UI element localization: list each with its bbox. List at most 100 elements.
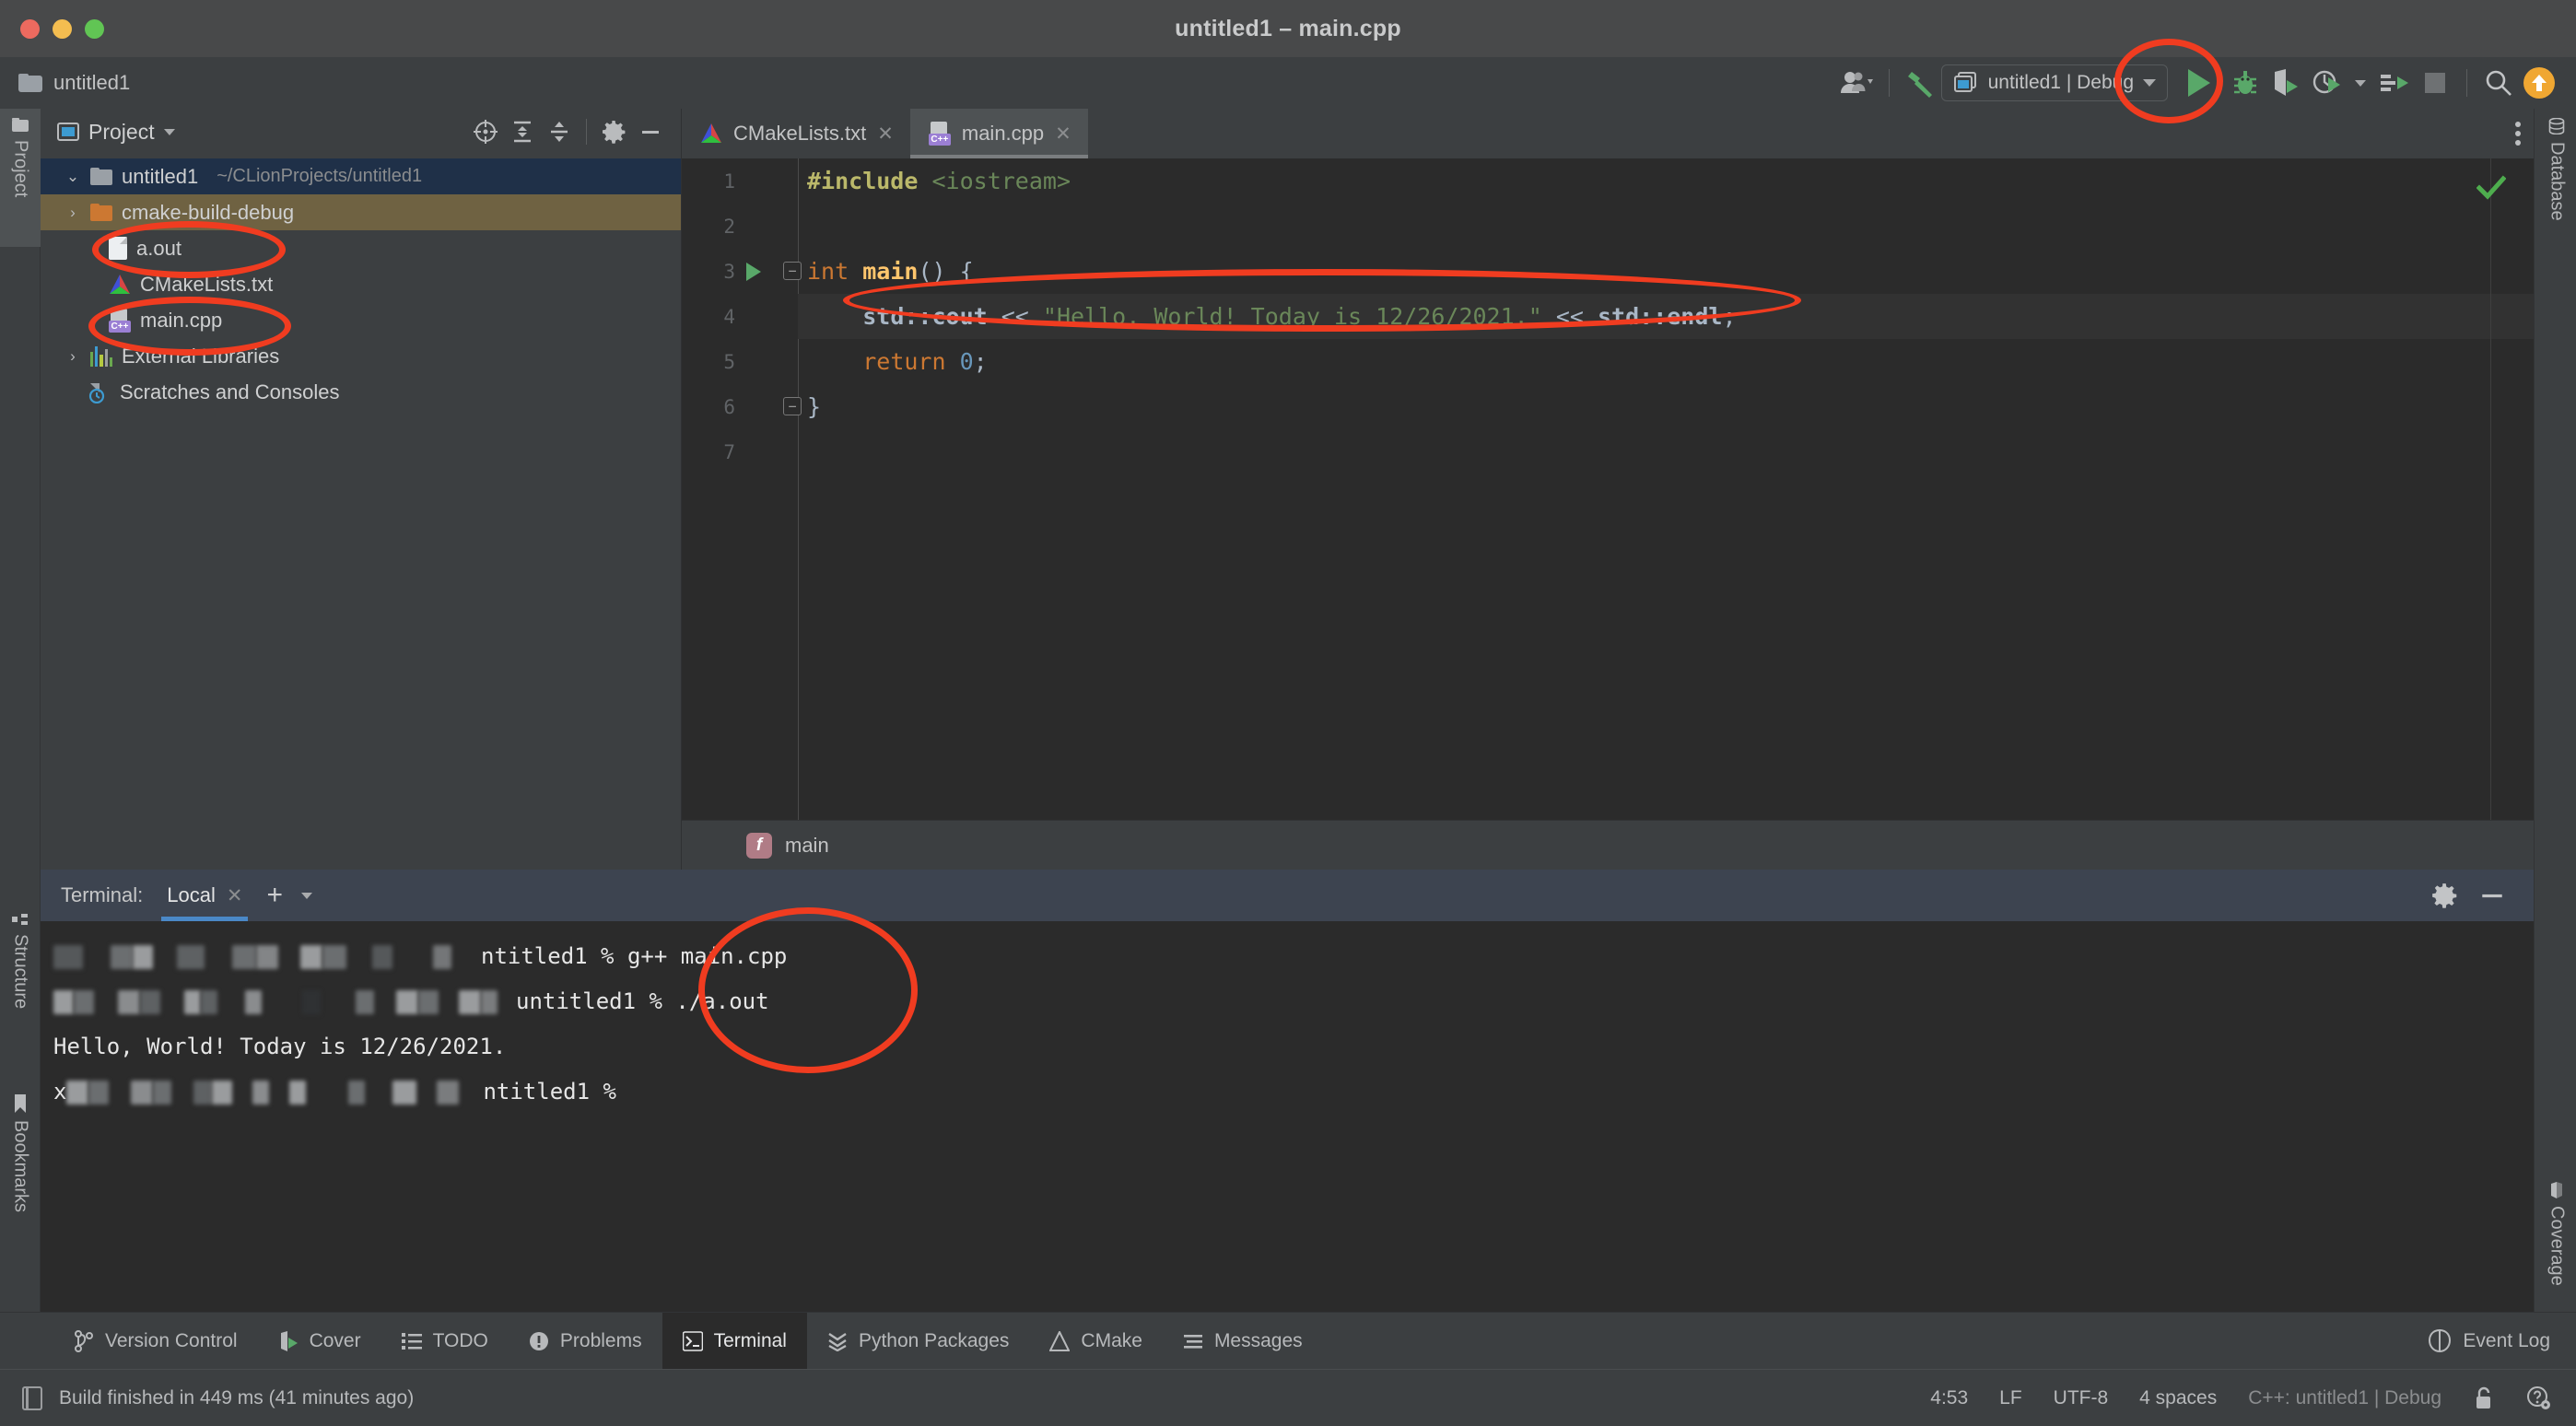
tree-item-label: Scratches and Consoles (120, 380, 340, 403)
terminal-line-prefix: x (53, 1079, 67, 1105)
title-bar: untitled1 – main.cpp (0, 0, 2576, 57)
bottom-tab-python-packages[interactable]: Python Packages (807, 1313, 1029, 1369)
inspection-ok-icon[interactable] (2476, 175, 2506, 201)
run-button[interactable] (2173, 63, 2225, 103)
coverage-icon (278, 1330, 299, 1352)
breadcrumb[interactable]: f main (682, 820, 2534, 870)
update-available-icon (2523, 67, 2555, 99)
terminal-output[interactable]: ntitled1 % g++ main.cpp untitled1 % ./a.… (41, 921, 2534, 1115)
help-settings-icon[interactable] (2526, 1385, 2552, 1411)
code-line-4[interactable]: std::cout << "Hello, World! Today is 12/… (798, 294, 2534, 339)
update-button[interactable] (2519, 63, 2559, 103)
gutter-run-icon[interactable] (735, 261, 772, 283)
event-log-label[interactable]: Event Log (2463, 1330, 2550, 1352)
code-line-1[interactable]: #include <iostream> (798, 158, 2534, 204)
messages-icon (1183, 1331, 1203, 1351)
code-line-6[interactable]: −} (783, 384, 2534, 429)
profile-button[interactable] (2306, 63, 2347, 103)
bottom-tab-messages[interactable]: Messages (1163, 1313, 1323, 1369)
bottom-tab-label: Cover (309, 1329, 361, 1351)
tree-item-main-cpp[interactable]: C++ main.cpp (41, 302, 681, 338)
editor-tab-bar: CMakeLists.txt ✕ C++ main.cpp ✕ (682, 109, 2534, 158)
tree-item-cmakelists[interactable]: CMakeLists.txt (41, 266, 681, 302)
chevron-down-icon[interactable] (300, 892, 312, 899)
stop-button[interactable] (2415, 63, 2455, 103)
people-share-icon[interactable] (1837, 63, 1878, 103)
terminal-tab-local[interactable]: Local ✕ (161, 870, 249, 921)
bottom-tab-cmake[interactable]: CMake (1029, 1313, 1163, 1369)
chevron-right-icon[interactable]: › (64, 347, 81, 366)
lock-icon[interactable] (2473, 1385, 2495, 1411)
bottom-tab-version-control[interactable]: Version Control (53, 1313, 258, 1369)
bottom-tab-problems[interactable]: Problems (509, 1313, 662, 1369)
sidebar-item-project[interactable]: Project (0, 109, 41, 247)
editor-marker-track[interactable] (2490, 158, 2491, 820)
close-window-button[interactable] (20, 19, 40, 39)
code-line-7[interactable] (798, 429, 2534, 474)
code-area[interactable]: 1 2 3 4 5 6 7 #include <iostream> − int m… (682, 158, 2534, 820)
tree-item-scratches-and-consoles[interactable]: Scratches and Consoles (41, 374, 681, 410)
maximize-window-button[interactable] (85, 19, 104, 39)
minimize-icon[interactable] (633, 114, 668, 149)
bottom-tab-todo[interactable]: TODO (381, 1313, 509, 1369)
tree-item-cmake-build-debug[interactable]: › cmake-build-debug (41, 194, 681, 230)
build-status-icon (20, 1385, 44, 1411)
editor-gutter[interactable]: 1 2 3 4 5 6 7 (682, 158, 798, 820)
code-lines[interactable]: #include <iostream> − int main() { std::c… (783, 158, 2534, 474)
bottom-tab-terminal[interactable]: Terminal (662, 1313, 807, 1369)
run-configuration-selector[interactable]: untitled1 | Debug (1940, 64, 2168, 101)
terminal-settings-button[interactable] (2430, 882, 2458, 909)
code-line-2[interactable] (798, 204, 2534, 249)
terminal-tab-label: Local (167, 883, 216, 906)
terminal-prompt: ntitled1 % (481, 943, 627, 969)
terminal-minimize-button[interactable] (2478, 882, 2506, 909)
editor-more-button[interactable] (2515, 109, 2521, 158)
new-terminal-tab-button[interactable]: + (266, 882, 283, 909)
fold-marker-icon[interactable]: − (783, 262, 802, 280)
close-icon[interactable]: ✕ (227, 884, 243, 907)
sidebar-item-bookmarks[interactable]: Bookmarks (0, 1085, 41, 1265)
collapse-all-icon[interactable] (542, 114, 577, 149)
tab-label: CMakeLists.txt (733, 122, 867, 145)
indent-setting[interactable]: 4 spaces (2139, 1387, 2217, 1409)
code-line-5[interactable]: return 0; (798, 339, 2534, 384)
hammer-build-icon[interactable] (1901, 63, 1941, 103)
tree-item-external-libraries[interactable]: › External Libraries (41, 338, 681, 374)
file-encoding[interactable]: UTF-8 (2054, 1387, 2109, 1409)
profile-dropdown[interactable] (2347, 63, 2374, 103)
search-everywhere-button[interactable] (2478, 63, 2519, 103)
tab-main-cpp[interactable]: C++ main.cpp ✕ (909, 109, 1088, 158)
coverage-button[interactable] (2266, 63, 2306, 103)
expand-all-icon[interactable] (505, 114, 540, 149)
fold-marker-icon[interactable]: − (783, 397, 802, 415)
chevron-right-icon[interactable]: › (64, 204, 81, 222)
chevron-down-icon[interactable] (163, 128, 175, 135)
debug-button[interactable] (2225, 63, 2266, 103)
sidebar-item-label: Project (10, 140, 31, 198)
window-title: untitled1 – main.cpp (1175, 15, 1401, 41)
line-separator[interactable]: LF (1999, 1387, 2022, 1409)
run-with-dialog-button[interactable] (2374, 63, 2415, 103)
tree-item-label: cmake-build-debug (122, 200, 295, 224)
chevron-down-icon[interactable] (2143, 79, 2156, 87)
window-controls[interactable] (20, 19, 104, 39)
sidebar-item-structure[interactable]: Structure (0, 903, 41, 1059)
function-signature-tail: () { (918, 258, 974, 285)
cmake-icon (1049, 1330, 1071, 1351)
tab-cmakelists-txt[interactable]: CMakeLists.txt ✕ (682, 109, 910, 158)
gear-icon[interactable] (596, 114, 631, 149)
code-line-3[interactable]: − int main() { (783, 249, 2534, 294)
tree-item-untitled1[interactable]: ⌄ untitled1 ~/CLionProjects/untitled1 (41, 158, 681, 194)
run-configuration-label: untitled1 | Debug (1987, 72, 2134, 93)
chevron-down-icon[interactable]: ⌄ (64, 168, 81, 186)
caret-position[interactable]: 4:53 (1930, 1387, 1968, 1409)
bottom-tab-cover[interactable]: Cover (258, 1313, 381, 1369)
build-configuration[interactable]: C++: untitled1 | Debug (2248, 1387, 2441, 1409)
tree-item-a-out[interactable]: a.out (41, 230, 681, 266)
locate-icon[interactable] (468, 114, 503, 149)
close-icon[interactable]: ✕ (1055, 123, 1071, 146)
sidebar-item-database[interactable]: Database (2536, 109, 2576, 270)
close-icon[interactable]: ✕ (877, 123, 894, 146)
return-value: 0 (959, 348, 974, 375)
minimize-window-button[interactable] (53, 19, 72, 39)
